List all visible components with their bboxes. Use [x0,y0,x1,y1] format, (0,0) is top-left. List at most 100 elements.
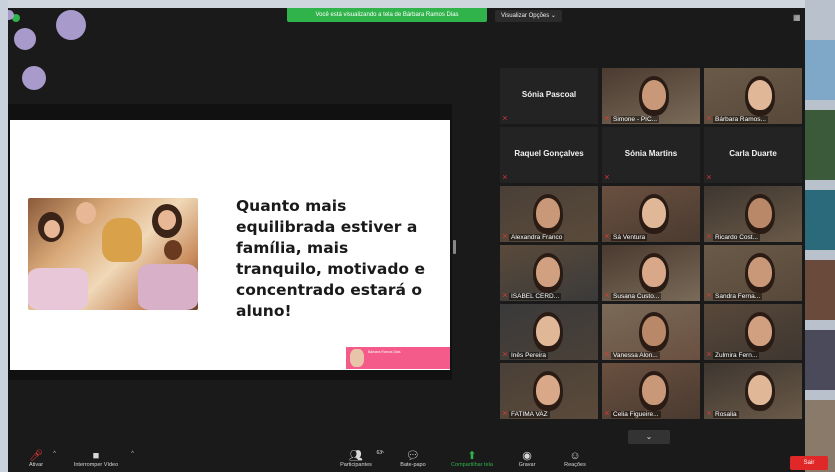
record-label: Gravar [518,462,536,468]
chevron-up-icon[interactable]: ^ [131,451,134,457]
view-options-button[interactable]: Visualizar Opções ⌄ [495,10,562,22]
participant-face [642,375,666,405]
zoom-meeting-window: Você está visualizando a tela de Bárbara… [8,8,805,472]
mute-label: Ativar [28,462,44,468]
resize-splitter-handle[interactable] [453,240,456,254]
participant-tile[interactable]: Simone - PIC... ⨯ [602,68,700,124]
participant-face [748,316,772,346]
share-screen-button[interactable]: ⬆ Compartilhar tela [446,450,498,468]
mic-muted-icon: ⨯ [502,174,508,181]
participant-tile[interactable]: Carla Duarte ⨯ [704,127,802,183]
decoration-circle [56,10,86,40]
participant-tile[interactable]: Alexandra Franco ⨯ [500,186,598,242]
record-icon: ◉ [522,450,532,462]
participant-name: Sandra Ferna... [713,293,763,300]
mic-muted-icon: ⨯ [502,351,508,358]
mic-muted-icon: ⨯ [604,174,610,181]
participant-name: Sá Ventura [611,234,648,241]
participant-face [748,198,772,228]
participant-name: Simone - PIC... [611,116,660,123]
participant-name: ISABEL CERD... [509,293,562,300]
participant-name: Alexandra Franco [509,234,565,241]
slide-headline-line: Quanto mais [236,197,347,215]
slide-headline-line: concentrado estará o [236,281,423,299]
chat-label: Bate-papo [400,462,426,468]
participant-face [642,80,666,110]
participant-name: Sónia Martins [624,149,678,158]
participant-name: Raquel Gonçalves [514,149,584,158]
participant-name: Ricardo Cost... [713,234,760,241]
participant-face [536,198,560,228]
chevron-up-icon[interactable]: ^ [381,451,384,457]
participant-face [748,257,772,287]
mic-muted-icon: ⨯ [604,233,610,240]
record-button[interactable]: ◉ Gravar [514,450,540,468]
participants-label: Participantes [340,462,372,468]
participant-tile[interactable]: Sá Ventura ⨯ [602,186,700,242]
participant-tile[interactable]: Vanessa Alon... ⨯ [602,304,700,360]
slide-headline-line: equilibrada estiver a [236,218,418,236]
decoration-circle [22,66,46,90]
participant-name: Celia Figueire... [611,411,661,418]
participant-tile[interactable]: Sónia Martins ⨯ [602,127,700,183]
screen-share-banner: Você está visualizando a tela de Bárbara… [287,8,487,22]
view-options-label: Visualizar Opções [501,13,550,19]
chevron-down-icon: ⌄ [550,13,556,19]
slide-headline-line: aluno! [236,302,292,320]
meeting-toolbar: 🎤︎ Ativar ^ ■ Interromper Vídeo ^ 👥︎ 63 … [8,448,805,472]
leave-meeting-button[interactable]: Sair [790,456,828,470]
participant-tile[interactable]: Zulmira Fern... ⨯ [704,304,802,360]
participant-name: Inês Pereira [509,352,549,359]
participant-tile[interactable]: Inês Pereira ⨯ [500,304,598,360]
video-button[interactable]: ■ Interromper Vídeo ^ [66,450,134,468]
participant-face [642,198,666,228]
participant-name: Carla Duarte [729,149,777,158]
mute-button[interactable]: 🎤︎ Ativar ^ [24,450,56,468]
mic-muted-icon: ⨯ [706,115,712,122]
participant-face [536,375,560,405]
chat-button[interactable]: 💬︎ Bate-papo [398,450,428,468]
reactions-label: Reações [564,462,586,468]
grid-view-icon[interactable]: ▦ [793,14,801,22]
slide-headline-line: tranquilo, motivado e [236,260,425,278]
presenter-logo: Bárbara Ramos Dias [346,347,450,369]
shared-screen-area: Quanto mais equilibrada estiver a famíli… [8,104,452,380]
camera-icon: ■ [92,450,100,462]
chevron-down-icon: ⌄ [645,432,653,441]
mic-muted-icon: ⨯ [502,115,508,122]
participant-tile[interactable]: Bárbara Ramos... ⨯ [704,68,802,124]
slide-headline-line: família, mais [236,239,349,257]
slide-headline: Quanto mais equilibrada estiver a famíli… [236,196,436,322]
presentation-slide: Quanto mais equilibrada estiver a famíli… [10,120,450,370]
mic-muted-icon: ⨯ [502,410,508,417]
presenter-photo [350,349,364,367]
mic-muted-icon: ⨯ [706,410,712,417]
participant-tile[interactable]: Sandra Ferna... ⨯ [704,245,802,301]
participant-tile[interactable]: Celia Figueire... ⨯ [602,363,700,419]
participant-tile[interactable]: Susana Custo... ⨯ [602,245,700,301]
reactions-button[interactable]: ☺ Reações [560,450,590,468]
participant-face [536,316,560,346]
participant-name: Rosalia [713,411,739,418]
chevron-up-icon[interactable]: ^ [53,451,56,457]
mic-muted-icon: ⨯ [604,115,610,122]
mic-muted-icon: ⨯ [706,174,712,181]
participant-tile[interactable]: Ricardo Cost... ⨯ [704,186,802,242]
participant-name: Sónia Pascoal [521,90,577,99]
participant-tile[interactable]: FATIMA VAZ ⨯ [500,363,598,419]
participant-tile[interactable]: Raquel Gonçalves ⨯ [500,127,598,183]
participant-name: Bárbara Ramos... [713,116,768,123]
participant-face [642,257,666,287]
participant-tile[interactable]: Rosalia ⨯ [704,363,802,419]
mic-muted-icon: 🎤︎ [29,450,43,462]
mic-muted-icon: ⨯ [604,410,610,417]
participant-tile[interactable]: ISABEL CERD... ⨯ [500,245,598,301]
reactions-icon: ☺ [569,450,581,462]
mic-muted-icon: ⨯ [502,292,508,299]
participants-button[interactable]: 👥︎ 63 Participantes ^ [336,450,384,468]
mic-muted-icon: ⨯ [604,351,610,358]
desktop-top-strip [0,0,835,8]
mic-muted-icon: ⨯ [502,233,508,240]
participant-tile[interactable]: Sónia Pascoal ⨯ [500,68,598,124]
gallery-expand-button[interactable]: ⌄ [628,430,670,444]
